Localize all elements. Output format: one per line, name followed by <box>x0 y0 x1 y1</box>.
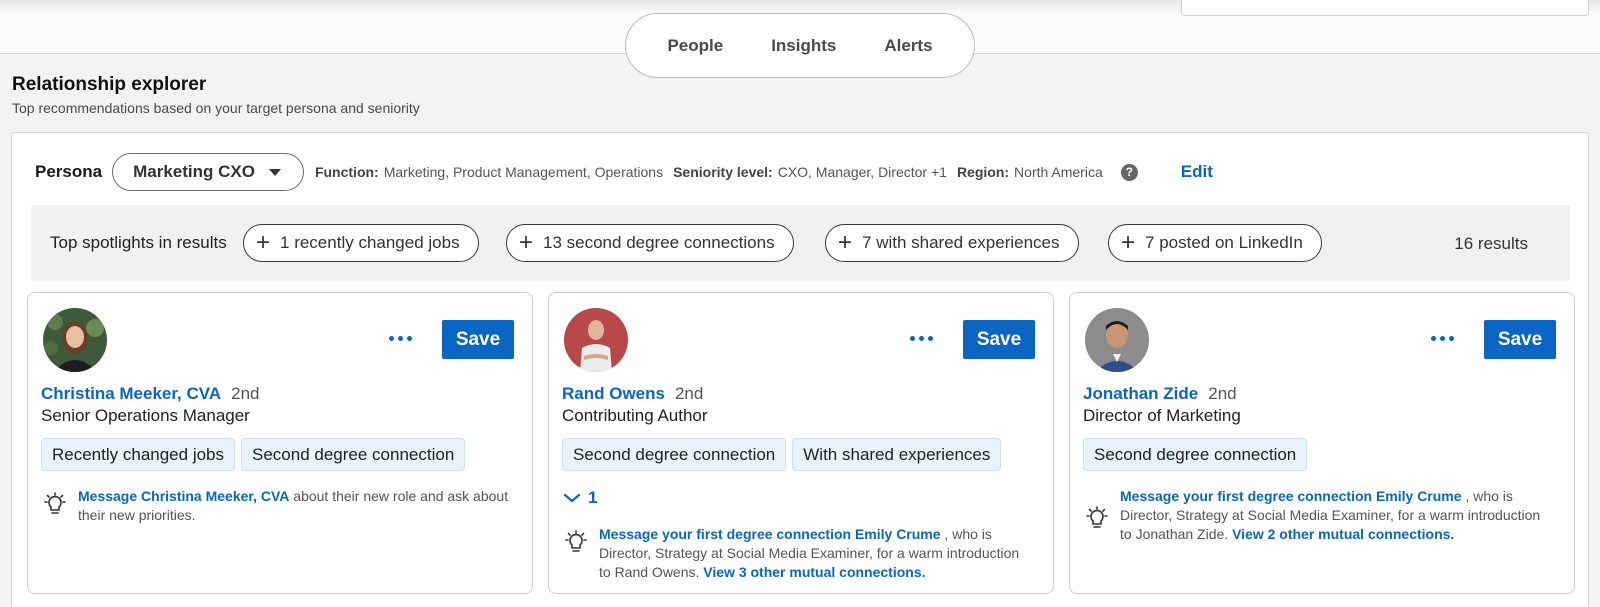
tag-list: Second degree connection With shared exp… <box>562 438 1002 471</box>
tag: With shared experiences <box>792 438 1002 471</box>
person-name-link[interactable]: Rand Owens <box>562 384 665 404</box>
more-options-button[interactable] <box>382 326 418 350</box>
lightbulb-icon <box>1086 506 1108 528</box>
persona-dropdown[interactable]: Marketing CXO <box>112 153 304 191</box>
save-button[interactable]: Save <box>1484 320 1556 359</box>
persona-label: Persona <box>35 162 103 181</box>
avatar[interactable] <box>564 308 628 372</box>
lightbulb-icon <box>44 492 66 514</box>
region-value: North America <box>1014 164 1103 180</box>
plus-icon: + <box>519 229 534 256</box>
seniority-value: CXO, Manager, Director +1 <box>777 164 947 180</box>
chip-label: 13 second degree connections <box>543 233 775 252</box>
spotlights-label: Top spotlights in results <box>50 233 227 252</box>
function-filter: Function: Marketing, Product Management, … <box>315 164 663 180</box>
chip-second-degree-connections[interactable]: + 13 second degree connections <box>506 224 794 262</box>
plus-icon: + <box>1121 229 1136 256</box>
connection-degree: 2nd <box>231 384 260 403</box>
help-icon[interactable]: ? <box>1120 163 1138 181</box>
chevron-down-icon <box>564 493 580 503</box>
tab-people[interactable]: People <box>643 36 747 56</box>
function-label: Function: <box>314 164 379 180</box>
region-label: Region: <box>956 164 1010 180</box>
more-options-button[interactable] <box>903 326 939 350</box>
tab-alerts[interactable]: Alerts <box>860 36 956 56</box>
plus-icon: + <box>256 229 271 256</box>
tag: Second degree connection <box>1083 438 1308 471</box>
message-link[interactable]: Message your first degree connection Emi… <box>1120 488 1462 504</box>
view-mutual-connections-link[interactable]: View 3 other mutual connections. <box>703 564 925 580</box>
avatar-photo <box>564 308 628 372</box>
insight: Message your first degree connection Emi… <box>1083 487 1553 544</box>
person-card: Save Rand Owens 2nd Contributing Author … <box>548 292 1054 594</box>
insight: Message Christina Meeker, CVA about thei… <box>41 487 511 525</box>
person-card: Save Jonathan Zide 2nd Director of Marke… <box>1069 292 1575 594</box>
insight: Message your first degree connection Emi… <box>562 525 1032 582</box>
expand-mutuals-toggle[interactable]: 1 <box>564 488 597 508</box>
tag: Second degree connection <box>562 438 787 471</box>
persona-filters: Function: Marketing, Product Management, … <box>315 163 1138 181</box>
person-name-link[interactable]: Jonathan Zide <box>1083 384 1198 404</box>
avatar[interactable] <box>1085 308 1149 372</box>
caret-down-icon <box>268 168 281 176</box>
person-title: Director of Marketing <box>1083 406 1241 425</box>
tag: Second degree connection <box>241 438 466 471</box>
person-card: Save Christina Meeker, CVA 2nd Senior Op… <box>27 292 533 594</box>
chip-label: 7 with shared experiences <box>862 233 1060 252</box>
insight-text: Message your first degree connection Emi… <box>599 525 1032 582</box>
person-title: Contributing Author <box>562 406 708 425</box>
connection-degree: 2nd <box>1208 384 1237 403</box>
spotlights-bar: Top spotlights in results + 1 recently c… <box>31 205 1570 281</box>
edit-persona-link[interactable]: Edit <box>1181 162 1213 182</box>
view-mutual-connections-link[interactable]: View 2 other mutual connections. <box>1232 526 1454 542</box>
search-box-edge[interactable] <box>1181 0 1589 16</box>
seniority-filter: Seniority level: CXO, Manager, Director +… <box>673 164 947 180</box>
seniority-label: Seniority level: <box>673 164 773 180</box>
chip-recently-changed-jobs[interactable]: + 1 recently changed jobs <box>243 224 479 262</box>
persona-row: Persona Marketing CXO Function: Marketing… <box>35 153 1213 191</box>
page-subtitle: Top recommendations based on your target… <box>12 100 420 116</box>
page-heading: Relationship explorer Top recommendation… <box>12 74 420 116</box>
tab-insights[interactable]: Insights <box>747 36 860 56</box>
avatar-photo <box>43 308 107 372</box>
message-link[interactable]: Message Christina Meeker, CVA <box>78 488 289 504</box>
person-name-link[interactable]: Christina Meeker, CVA <box>41 384 221 404</box>
tag-list: Recently changed jobs Second degree conn… <box>41 438 466 471</box>
save-button[interactable]: Save <box>963 320 1035 359</box>
more-options-button[interactable] <box>1424 326 1460 350</box>
section-tabs: People Insights Alerts <box>625 13 975 78</box>
chip-shared-experiences[interactable]: + 7 with shared experiences <box>825 224 1079 262</box>
person-title: Senior Operations Manager <box>41 406 250 425</box>
name-line: Christina Meeker, CVA 2nd <box>41 384 260 404</box>
function-value: Marketing, Product Management, Operation… <box>383 164 664 180</box>
insight-text: Message Christina Meeker, CVA about thei… <box>78 487 511 525</box>
name-line: Jonathan Zide 2nd <box>1083 384 1237 404</box>
tag: Recently changed jobs <box>41 438 236 471</box>
region-filter: Region: North America <box>957 164 1103 180</box>
tag-list: Second degree connection <box>1083 438 1308 471</box>
chip-posted-on-linkedin[interactable]: + 7 posted on LinkedIn <box>1108 224 1322 262</box>
chip-label: 1 recently changed jobs <box>280 233 460 252</box>
persona-selected-value: Marketing CXO <box>133 162 255 181</box>
name-line: Rand Owens 2nd <box>562 384 703 404</box>
lightbulb-icon <box>565 530 587 552</box>
page-title: Relationship explorer <box>12 74 207 95</box>
avatar[interactable] <box>43 308 107 372</box>
save-button[interactable]: Save <box>442 320 514 359</box>
chip-label: 7 posted on LinkedIn <box>1145 233 1303 252</box>
insight-text: Message your first degree connection Emi… <box>1120 487 1553 544</box>
expand-count: 1 <box>588 488 598 507</box>
message-link[interactable]: Message your first degree connection Emi… <box>599 526 941 542</box>
plus-icon: + <box>838 229 853 256</box>
avatar-photo <box>1085 308 1149 372</box>
results-count: 16 results <box>1454 234 1528 253</box>
connection-degree: 2nd <box>674 384 704 403</box>
